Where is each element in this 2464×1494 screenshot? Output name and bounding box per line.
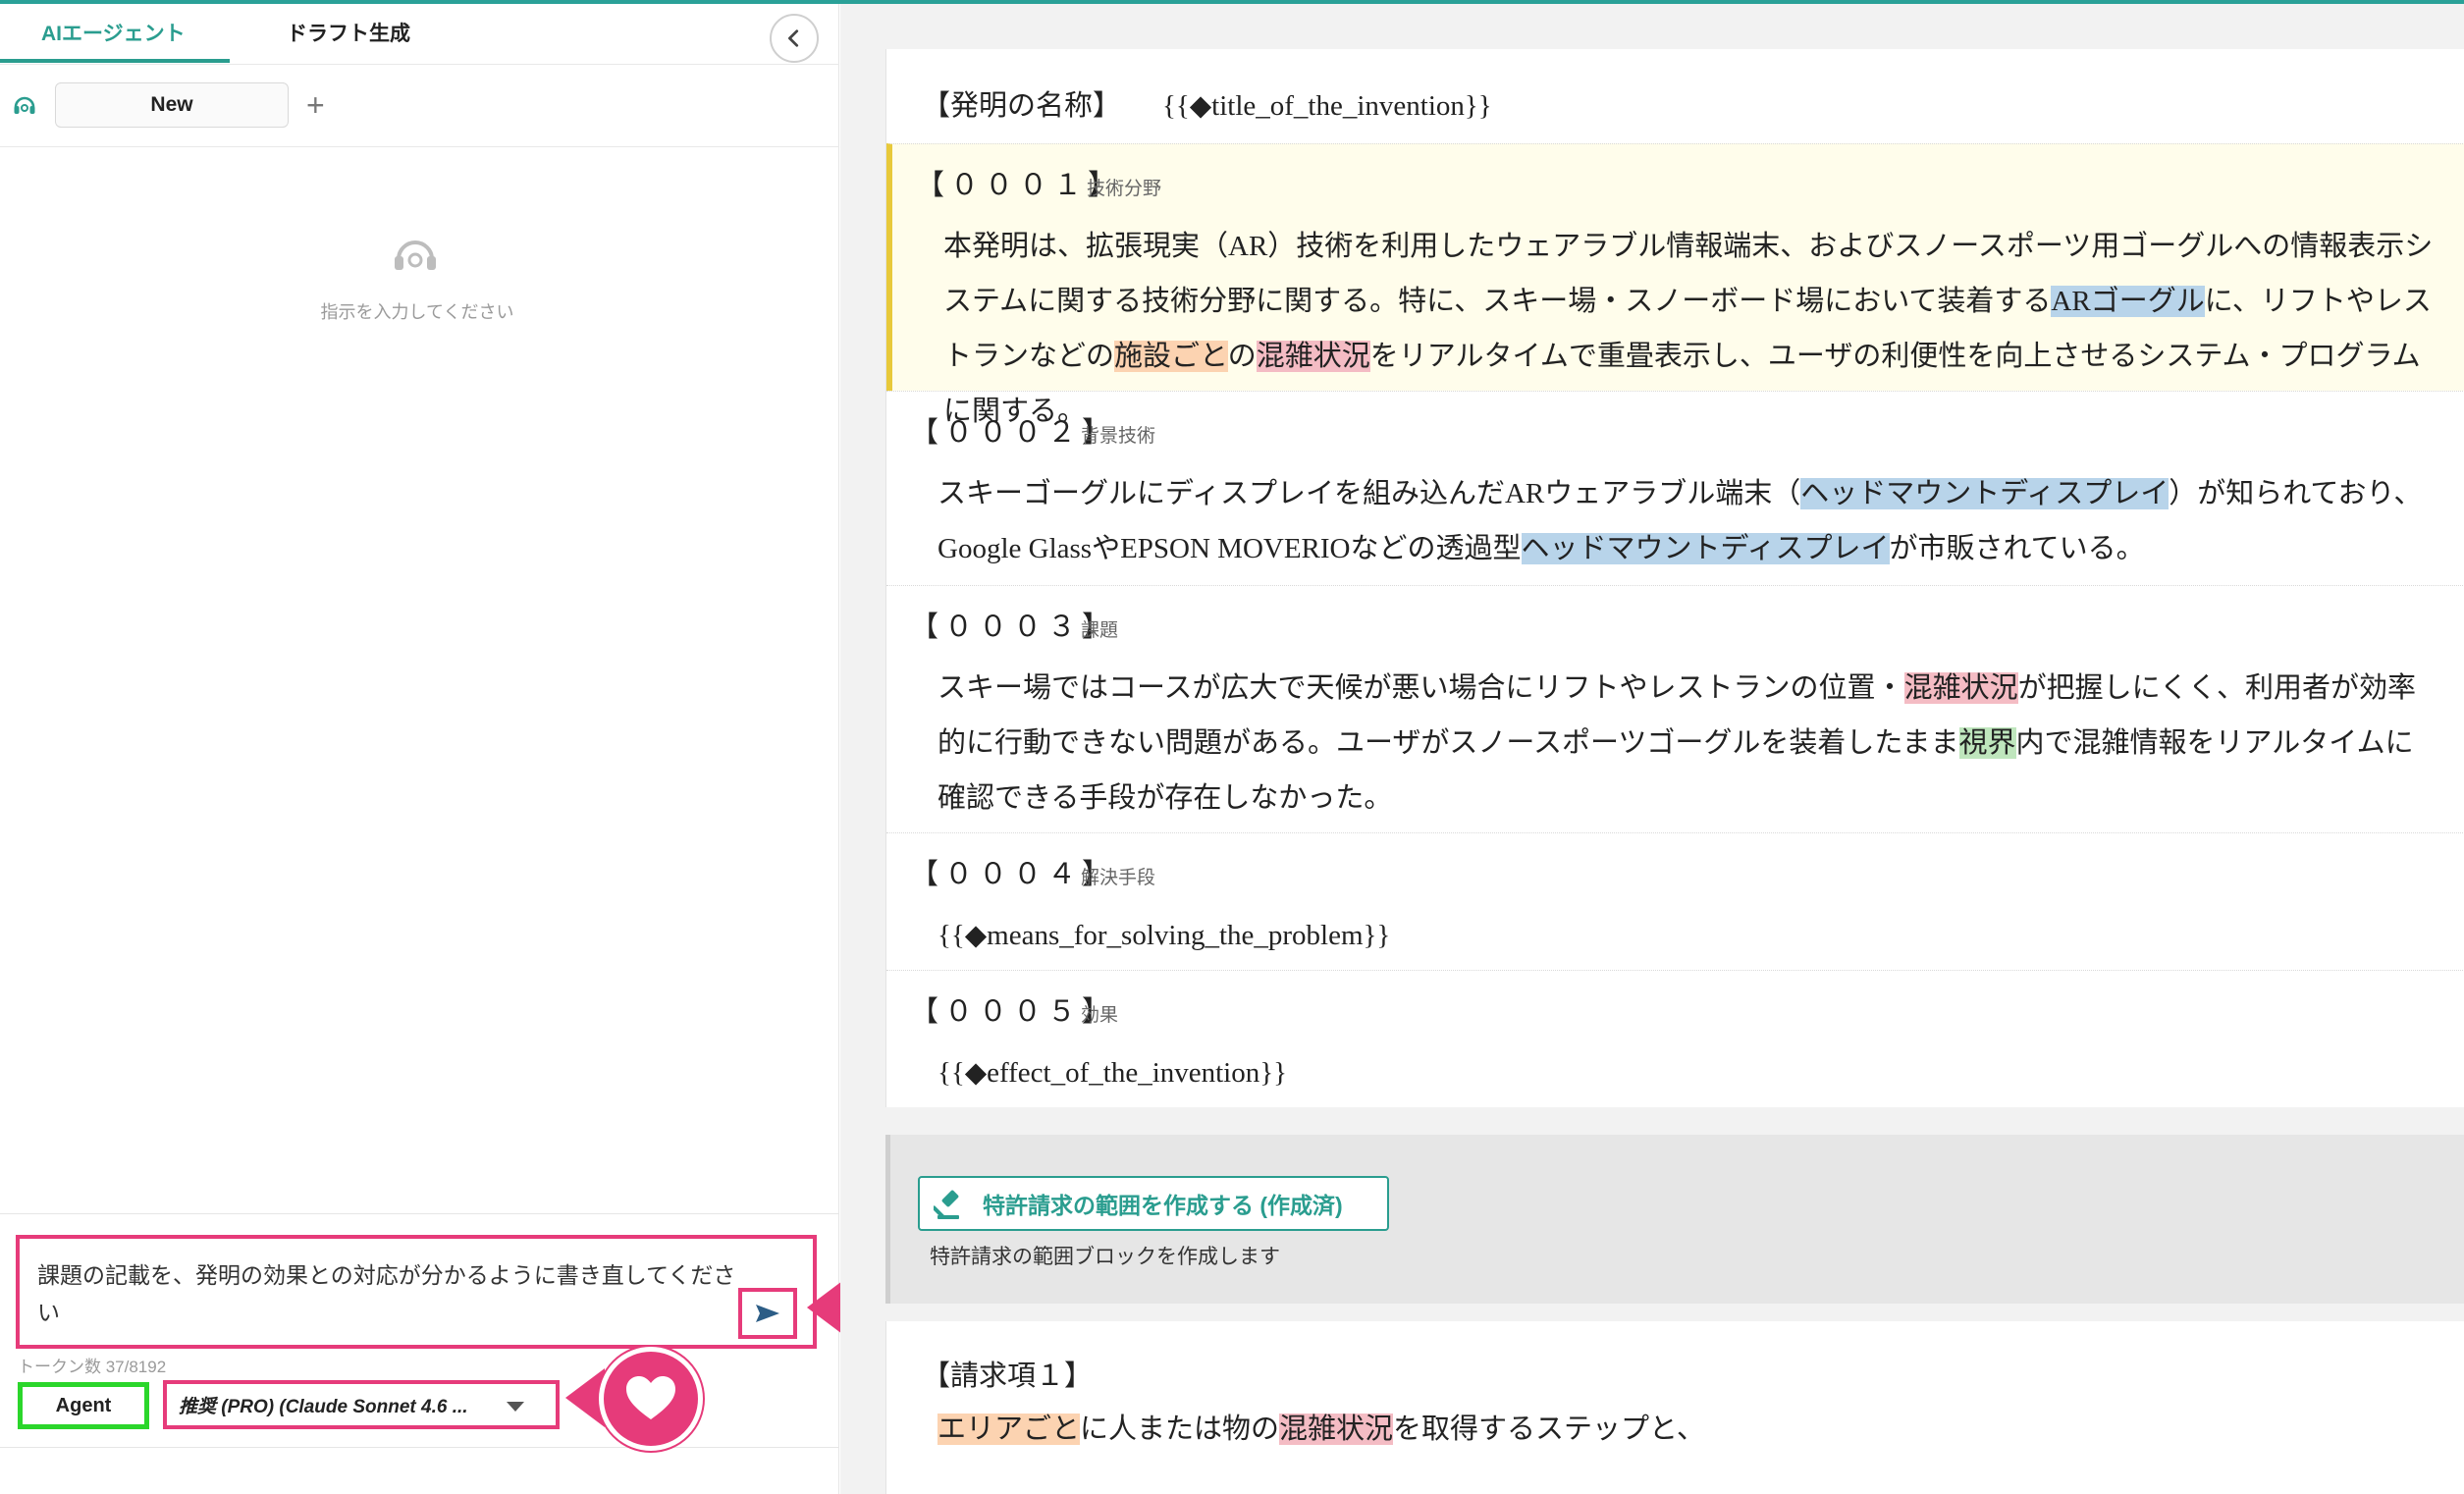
- headset-agent-icon: [14, 96, 35, 114]
- empty-state-hint: 指示を入力してください: [320, 302, 514, 322]
- text-segment: スキーゴーグルにディスプレイを組み込んだARウェアラブル端末（: [937, 478, 1801, 509]
- text-segment: {{◆effect_of_the_invention}}: [937, 1057, 1288, 1089]
- heart-icon: [626, 1376, 675, 1419]
- paragraph-0005[interactable]: 【０００５】 効果 {{◆effect_of_the_invention}}: [886, 970, 2464, 1107]
- paragraph-label: 解決手段: [1081, 868, 1156, 888]
- paragraph-label: 課題: [1081, 620, 1119, 641]
- paragraph-label: 効果: [1081, 1005, 1119, 1026]
- claim-text[interactable]: エリアごとに人または物の混雑状況を取得するステップと、: [937, 1406, 1705, 1447]
- add-session-button[interactable]: +: [306, 82, 325, 128]
- claims-generator-block: 特許請求の範囲を作成する (作成済) 特許請求の範囲ブロックを作成します: [885, 1135, 2464, 1304]
- divider: [0, 1447, 839, 1448]
- paragraph-text[interactable]: {{◆means_for_solving_the_problem}}: [910, 908, 2441, 963]
- paragraph-label: 背景技術: [1081, 426, 1156, 447]
- agent-mode-button[interactable]: Agent: [18, 1382, 149, 1429]
- prompt-input[interactable]: 課題の記載を、発明の効果との対応が分かるように書き直してください: [16, 1235, 817, 1349]
- highlighted-term: 視界: [1958, 727, 2016, 759]
- new-session-button[interactable]: New: [55, 82, 289, 128]
- text-segment: スキー場ではコースが広大で天候が悪い場合にリフトやレストランの位置・: [937, 672, 1904, 704]
- claims-block: 【請求項１】 エリアごとに人または物の混雑状況を取得するステップと、: [885, 1321, 2464, 1494]
- create-claims-button[interactable]: 特許請求の範囲を作成する (作成済): [918, 1176, 1389, 1231]
- invention-title-row: 【発明の名称】 {{◆title_of_the_invention}}: [922, 82, 1492, 124]
- prompt-input-text[interactable]: 課題の記載を、発明の効果との対応が分かるように書き直してください: [37, 1256, 754, 1331]
- divider: [0, 1213, 839, 1214]
- token-counter: トークン数 37/8192: [18, 1358, 167, 1376]
- text-segment: が市販されている。: [1889, 533, 2145, 564]
- claim-number: 【請求項１】: [922, 1361, 1094, 1392]
- model-select-value: 推奨 (PRO) (Claude Sonnet 4.6 ...: [179, 1396, 468, 1417]
- caret-down-icon: [507, 1402, 524, 1412]
- highlighted-term: 施設ごと: [1114, 341, 1228, 372]
- text-segment: に人または物の: [1080, 1414, 1280, 1445]
- title-placeholder[interactable]: {{◆title_of_the_invention}}: [1162, 90, 1492, 122]
- tab-draft-generation[interactable]: ドラフト生成: [287, 18, 410, 47]
- highlighted-term: 混雑状況: [1903, 672, 2018, 704]
- claims-description: 特許請求の範囲ブロックを作成します: [930, 1246, 1280, 1268]
- paragraph-0003[interactable]: 【０００３】 課題 スキー場ではコースが広大で天候が悪い場合にリフトやレストラン…: [886, 585, 2464, 832]
- highlighted-term: ARゴーグル: [2051, 286, 2205, 317]
- paragraph-label: 技術分野: [1087, 179, 1162, 199]
- highlighted-term: ヘッドマウントディスプレイ: [1521, 533, 1890, 564]
- text-segment: の: [1227, 341, 1257, 372]
- paragraph-0001[interactable]: 【０００１】 技術分野 本発明は、拡張現実（AR）技術を利用したウェアラブル情報…: [886, 143, 2464, 427]
- title-label: 【発明の名称】: [922, 90, 1122, 122]
- collapse-panel-button[interactable]: [770, 14, 819, 63]
- document-area: 【発明の名称】 {{◆title_of_the_invention}} 【０００１…: [840, 4, 2464, 1494]
- model-select[interactable]: 推奨 (PRO) (Claude Sonnet 4.6 ...: [163, 1380, 560, 1429]
- session-bar: New +: [0, 65, 839, 147]
- paragraph-text[interactable]: スキーゴーグルにディスプレイを組み込んだARウェアラブル端末（ヘッドマウントディ…: [910, 466, 2441, 576]
- paragraph-0002[interactable]: 【０００２】 背景技術 スキーゴーグルにディスプレイを組み込んだARウェアラブル…: [886, 391, 2464, 585]
- paragraph-text[interactable]: {{◆effect_of_the_invention}}: [910, 1045, 2441, 1100]
- tab-ai-agent[interactable]: AIエージェント: [41, 18, 186, 47]
- panel-tabs: AIエージェント ドラフト生成: [0, 4, 839, 65]
- heart-badge-circle: [599, 1347, 703, 1451]
- text-segment: {{◆means_for_solving_the_problem}}: [937, 920, 1391, 951]
- chevron-left-icon: [788, 29, 799, 47]
- active-tab-indicator: [0, 59, 230, 63]
- paragraph-text[interactable]: スキー場ではコースが広大で天候が悪い場合にリフトやレストランの位置・混雑状況が把…: [910, 661, 2441, 826]
- paragraph-0004[interactable]: 【０００４】 解決手段 {{◆means_for_solving_the_pro…: [886, 832, 2464, 970]
- specification-block: 【発明の名称】 {{◆title_of_the_invention}} 【０００１…: [885, 49, 2464, 1107]
- create-claims-label: 特許請求の範囲を作成する (作成済): [983, 1193, 1343, 1218]
- gavel-icon: [934, 1190, 959, 1219]
- ai-agent-panel: AIエージェント ドラフト生成 New + 指示を入力してください 課題の記載を…: [0, 4, 839, 1494]
- send-button[interactable]: [738, 1288, 797, 1339]
- highlighted-term: 混雑状況: [1279, 1414, 1394, 1445]
- send-icon: [756, 1305, 779, 1322]
- highlighted-term: ヘッドマウントディスプレイ: [1800, 478, 2169, 509]
- highlighted-term: エリアごと: [937, 1414, 1081, 1445]
- text-segment: を取得するステップと、: [1393, 1414, 1705, 1445]
- headset-agent-icon: [395, 240, 436, 270]
- highlighted-term: 混雑状況: [1256, 341, 1370, 372]
